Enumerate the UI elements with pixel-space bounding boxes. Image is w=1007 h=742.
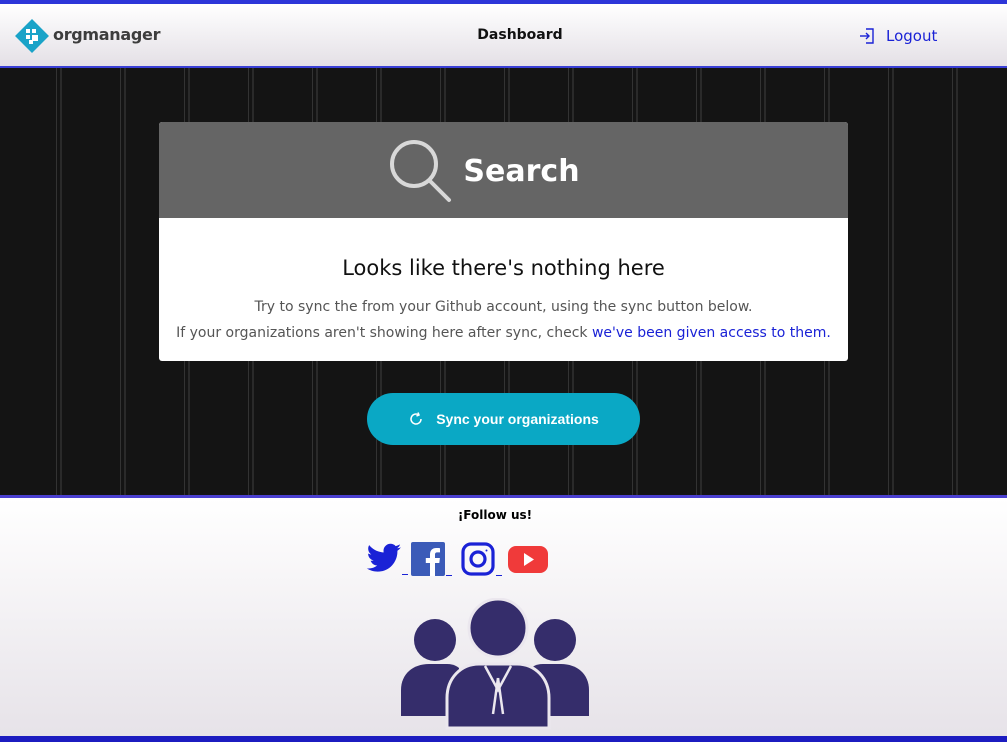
team-people-icon: [401, 598, 589, 730]
page-title: Dashboard: [477, 27, 563, 43]
search-card-title: Search: [463, 153, 580, 189]
social-links: [366, 542, 548, 576]
refresh-icon: [410, 412, 422, 425]
page: orgmanager Dashboard Logout Search Looks: [0, 0, 1007, 742]
footer: ¡Follow us!: [0, 495, 1007, 742]
link-underline: [496, 545, 502, 576]
logout-label: Logout: [886, 27, 938, 45]
youtube-link[interactable]: [508, 544, 548, 574]
logout-icon: [860, 28, 874, 44]
instagram-icon: [461, 542, 495, 576]
empty-state-heading: Looks like there's nothing here: [342, 256, 665, 280]
twitter-icon: [366, 543, 401, 572]
link-underline: [402, 544, 408, 575]
search-card-body: Looks like there's nothing here Try to s…: [159, 218, 848, 346]
logout-link[interactable]: Logout: [858, 27, 937, 45]
empty-state-line2-prefix: If your organizations aren't showing her…: [176, 325, 592, 341]
sync-organizations-button[interactable]: Sync your organizations: [367, 393, 640, 445]
empty-state-text: Try to sync the from your Github account…: [159, 294, 848, 346]
facebook-icon: [411, 542, 445, 576]
access-link[interactable]: we've been given access to them.: [592, 325, 831, 341]
youtube-icon: [508, 546, 548, 573]
follow-us-label: ¡Follow us!: [457, 508, 533, 522]
top-navbar: orgmanager Dashboard Logout: [0, 0, 1007, 68]
empty-state-line1: Try to sync the from your Github account…: [254, 299, 753, 315]
footer-bottom-bar: [0, 736, 1007, 742]
sync-button-label: Sync your organizations: [436, 411, 599, 427]
main-content: Search Looks like there's nothing here T…: [0, 68, 1007, 496]
instagram-link[interactable]: [460, 542, 502, 576]
search-icon: [390, 140, 452, 202]
facebook-link[interactable]: [410, 542, 452, 576]
search-card-header: Search: [159, 122, 848, 218]
empty-state-line2: If your organizations aren't showing her…: [159, 320, 848, 346]
link-underline: [446, 545, 452, 576]
search-card: Search Looks like there's nothing here T…: [159, 122, 848, 361]
twitter-link[interactable]: [366, 543, 408, 575]
